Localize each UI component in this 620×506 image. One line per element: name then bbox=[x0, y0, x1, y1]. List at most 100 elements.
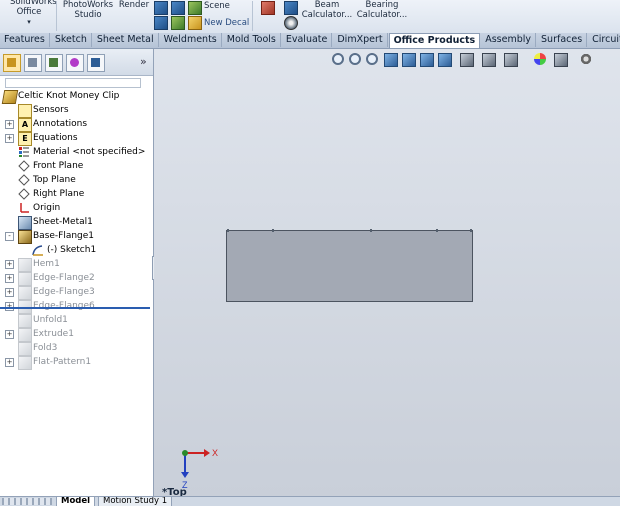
solidworks-office-button[interactable]: SolidWorks Office ▾ bbox=[10, 0, 57, 27]
toolbox-icon[interactable] bbox=[261, 1, 275, 15]
zoom-to-area-icon[interactable] bbox=[349, 53, 361, 65]
edit-appearance-icon[interactable] bbox=[504, 53, 518, 67]
expand-icon[interactable]: + bbox=[5, 134, 14, 143]
tree-item-label: Material <not specified> bbox=[33, 147, 146, 157]
tree-item[interactable]: Material <not specified> bbox=[0, 145, 153, 159]
rotate-view-icon[interactable] bbox=[402, 53, 416, 67]
expand-icon[interactable]: + bbox=[5, 274, 14, 283]
expand-icon[interactable]: + bbox=[5, 358, 14, 367]
tree-item-label: Origin bbox=[33, 203, 61, 213]
bearing-small-icon[interactable] bbox=[284, 16, 298, 30]
beam-calculator-button[interactable]: Beam Calculator... bbox=[301, 0, 353, 20]
feature-tree-icon bbox=[7, 58, 16, 67]
photoworks-studio-button[interactable]: PhotoWorks Studio bbox=[62, 0, 114, 20]
tree-item-label: Sheet-Metal1 bbox=[33, 217, 93, 227]
tree-item[interactable]: Celtic Knot Money Clip bbox=[0, 89, 153, 104]
chevron-down-icon: ▾ bbox=[27, 18, 31, 26]
tree-item[interactable]: + A Annotations bbox=[0, 117, 153, 132]
render-button[interactable]: Render bbox=[117, 0, 151, 10]
collapse-icon[interactable]: - bbox=[5, 232, 14, 241]
edge-tick bbox=[470, 229, 472, 232]
pan-icon[interactable] bbox=[420, 53, 434, 67]
origin-icon bbox=[18, 202, 30, 214]
part-top-view-shape[interactable] bbox=[226, 229, 473, 302]
graphics-area[interactable]: X Z *Top bbox=[154, 49, 620, 498]
tree-item-label: Extrude1 bbox=[33, 329, 74, 339]
tab-mold-tools[interactable]: Mold Tools bbox=[223, 33, 281, 47]
tree-item[interactable]: (-) Sketch1 bbox=[0, 243, 153, 257]
expand-icon[interactable]: + bbox=[5, 330, 14, 339]
plane-icon bbox=[18, 174, 30, 186]
tab-circuitworks[interactable]: CircuitWorks bbox=[588, 33, 620, 47]
expand-panel-button[interactable]: » bbox=[140, 55, 147, 68]
tab-scroll-arrows[interactable] bbox=[2, 498, 52, 505]
property-manager-tab[interactable] bbox=[24, 54, 42, 72]
configuration-manager-tab[interactable] bbox=[45, 54, 63, 72]
tab-evaluate[interactable]: Evaluate bbox=[282, 33, 333, 47]
tree-item[interactable]: Origin bbox=[0, 201, 153, 215]
tree-item[interactable]: - Base-Flange1 bbox=[0, 229, 153, 244]
apply-scene-icon[interactable] bbox=[534, 53, 546, 65]
beam-icon[interactable] bbox=[284, 1, 298, 15]
display-style-icon[interactable] bbox=[460, 53, 474, 67]
display-manager-tab[interactable] bbox=[87, 54, 105, 72]
tree-item-label: Annotations bbox=[33, 119, 88, 129]
expand-icon[interactable]: + bbox=[5, 120, 14, 129]
tab-assembly[interactable]: Assembly bbox=[481, 33, 537, 47]
tab-features[interactable]: Features bbox=[0, 33, 50, 47]
ribbon-separator bbox=[56, 1, 57, 31]
view-settings-icon[interactable] bbox=[554, 53, 568, 67]
tree-item[interactable]: Fold3 bbox=[0, 341, 153, 356]
scene-button[interactable]: Scene bbox=[204, 1, 230, 11]
tree-item[interactable]: Top Plane bbox=[0, 173, 153, 187]
dimxpert-manager-tab[interactable] bbox=[66, 54, 84, 72]
previous-view-icon[interactable] bbox=[366, 53, 378, 65]
tree-item[interactable]: + Edge-Flange3 bbox=[0, 285, 153, 300]
tab-dimxpert[interactable]: DimXpert bbox=[333, 33, 388, 47]
zoom-to-fit-icon[interactable] bbox=[332, 53, 344, 65]
edge-tick bbox=[227, 229, 229, 232]
tab-sheet-metal[interactable]: Sheet Metal bbox=[93, 33, 159, 47]
decal-icon-2[interactable] bbox=[171, 16, 185, 30]
tree-item[interactable]: Front Plane bbox=[0, 159, 153, 173]
render-label: Render bbox=[118, 0, 150, 10]
photoworks-icon-2[interactable] bbox=[171, 1, 185, 15]
tree-item[interactable]: + Extrude1 bbox=[0, 327, 153, 342]
bearing-calculator-button[interactable]: Bearing Calculator... bbox=[356, 0, 408, 20]
display-icon bbox=[91, 58, 100, 67]
tree-item[interactable]: + Hem1 bbox=[0, 257, 153, 272]
gear-icon[interactable] bbox=[580, 53, 592, 65]
edge-tick bbox=[370, 229, 372, 232]
tree-item[interactable]: + Flat-Pattern1 bbox=[0, 355, 153, 370]
tree-item[interactable]: Sheet-Metal1 bbox=[0, 215, 153, 230]
decal-icon-3[interactable] bbox=[188, 16, 202, 30]
tab-sketch[interactable]: Sketch bbox=[51, 33, 92, 47]
tree-filter-input[interactable] bbox=[5, 78, 141, 88]
tab-weldments[interactable]: Weldments bbox=[160, 33, 222, 47]
tree-item[interactable]: + Edge-Flange6 bbox=[0, 299, 153, 314]
tree-item[interactable]: + Edge-Flange2 bbox=[0, 271, 153, 286]
view-orientation-icon[interactable] bbox=[438, 53, 452, 67]
hide-show-items-icon[interactable] bbox=[482, 53, 496, 67]
expand-icon[interactable]: + bbox=[5, 260, 14, 269]
decal-icon-1[interactable] bbox=[154, 16, 168, 30]
tree-item[interactable]: Unfold1 bbox=[0, 313, 153, 328]
property-icon bbox=[28, 58, 37, 67]
tab-surfaces[interactable]: Surfaces bbox=[537, 33, 588, 47]
photoworks-icon-1[interactable] bbox=[154, 1, 168, 15]
photoworks-icon-3[interactable] bbox=[188, 1, 202, 15]
plane-icon bbox=[18, 188, 30, 200]
new-decal-button[interactable]: New Decal bbox=[204, 18, 249, 28]
rollback-bar[interactable] bbox=[0, 307, 150, 309]
expand-icon[interactable]: + bbox=[5, 288, 14, 297]
section-view-icon[interactable] bbox=[384, 53, 398, 67]
tree-item[interactable]: Sensors bbox=[0, 103, 153, 118]
feature-manager-tab[interactable] bbox=[3, 54, 21, 72]
tree-item[interactable]: Right Plane bbox=[0, 187, 153, 201]
tab-office-products[interactable]: Office Products bbox=[388, 33, 481, 48]
gray-icon bbox=[18, 342, 32, 356]
gray-icon bbox=[18, 356, 32, 370]
tree-item[interactable]: + E Equations bbox=[0, 131, 153, 146]
tree-item-label: Unfold1 bbox=[33, 315, 68, 325]
tree-item-label: Sensors bbox=[33, 105, 69, 115]
